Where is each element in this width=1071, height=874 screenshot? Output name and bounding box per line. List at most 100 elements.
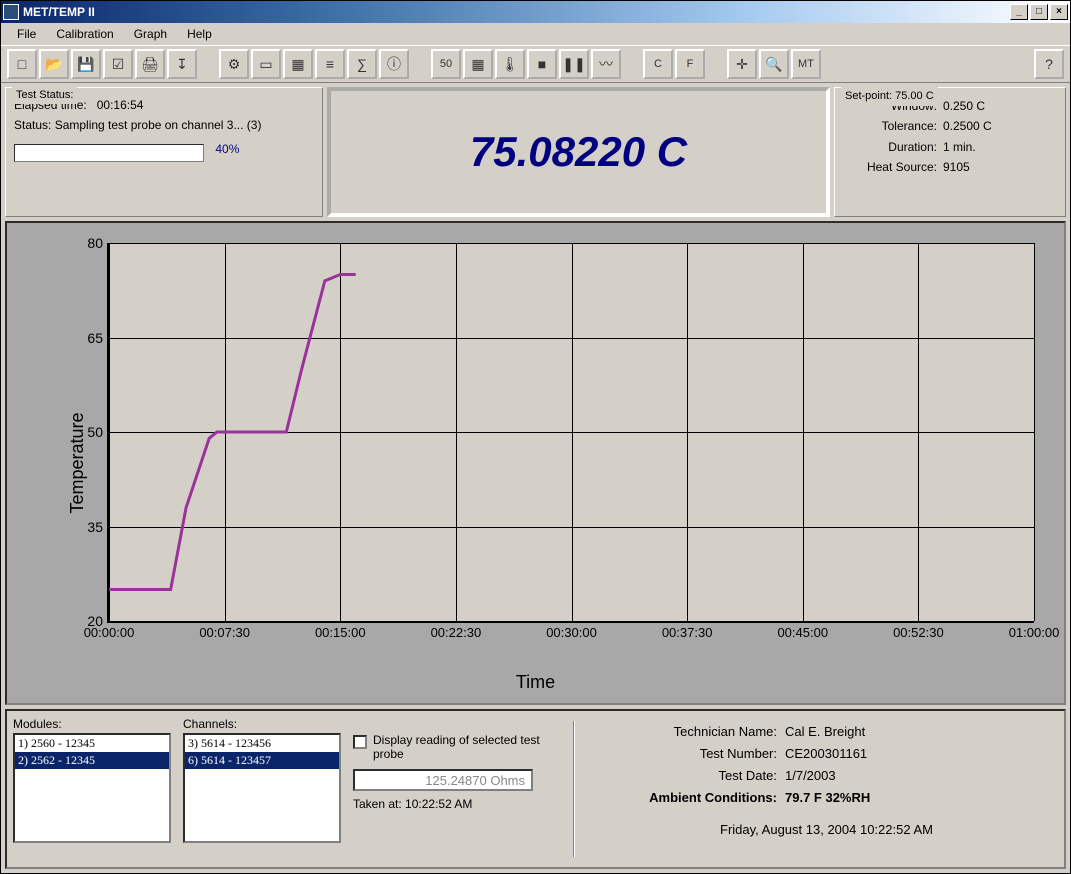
toolbar-open-button[interactable]: 📂 <box>39 49 69 79</box>
stop-icon: ■ <box>538 56 546 72</box>
chart-xtick: 00:22:30 <box>431 621 482 640</box>
list-item[interactable]: 3) 5614 - 123456 <box>185 735 339 752</box>
chart-ytick: 50 <box>87 424 109 440</box>
chart-plot-area: 203550658000:00:0000:07:3000:15:0000:22:… <box>107 243 1034 623</box>
menu-file[interactable]: File <box>7 25 46 43</box>
minimize-button[interactable]: _ <box>1010 4 1028 20</box>
chart-xtick: 00:30:00 <box>546 621 597 640</box>
modules-label: Modules: <box>13 717 171 731</box>
toolbar-zoom-button[interactable]: 🔍 <box>759 49 789 79</box>
toolbar-new-button[interactable]: □ <box>7 49 37 79</box>
tolerance-value: 0.2500 C <box>943 116 992 136</box>
toolbar-pause-button[interactable]: ❚❚ <box>559 49 589 79</box>
toolbar-c-button[interactable]: C <box>643 49 673 79</box>
help-icon: ? <box>1045 56 1053 72</box>
info-icon: ⓘ <box>387 54 401 74</box>
toolbar-stop-button[interactable]: ■ <box>527 49 557 79</box>
crosshair-icon: ✛ <box>736 56 748 73</box>
status-text: Status: Sampling test probe on channel 3… <box>14 116 314 134</box>
bottom-panel: Modules: 1) 2560 - 123452) 2562 - 12345 … <box>5 709 1066 869</box>
graph-icon: 〰 <box>599 54 613 74</box>
toolbar-mt-button[interactable]: MT <box>791 49 821 79</box>
progress-bar <box>14 144 204 162</box>
toolbar-thermo-button[interactable]: 🌡 <box>495 49 525 79</box>
menu-help[interactable]: Help <box>177 25 222 43</box>
toolbar-crosshair-button[interactable]: ✛ <box>727 49 757 79</box>
taken-at-value: 10:22:52 AM <box>405 797 472 811</box>
toolbar-strip-button[interactable]: ≡ <box>315 49 345 79</box>
chart-xtick: 00:15:00 <box>315 621 366 640</box>
testnumber-label: Test Number: <box>595 743 785 765</box>
window-value: 0.250 C <box>943 96 985 116</box>
open-icon: 📂 <box>45 56 62 73</box>
chart-ytick: 80 <box>87 235 109 251</box>
export-icon: ↧ <box>176 56 188 73</box>
toolbar-grid-button[interactable]: ▦ <box>463 49 493 79</box>
test-info-column: Technician Name:Cal E. Breight Test Numb… <box>595 717 1058 861</box>
toolbar-grid-s-button[interactable]: ▦ <box>283 49 313 79</box>
display-reading-label: Display reading of selected test probe <box>373 733 553 761</box>
toolbar-help-button[interactable]: ? <box>1034 49 1064 79</box>
toolbar-config-button[interactable]: ⚙ <box>219 49 249 79</box>
menubar: File Calibration Graph Help <box>1 23 1070 45</box>
f-icon: F <box>687 58 694 70</box>
list-item[interactable]: 6) 5614 - 123457 <box>185 752 339 769</box>
content-area: Test Status: Elapsed time: 00:16:54 Stat… <box>1 83 1070 873</box>
display-reading-checkbox[interactable] <box>353 735 367 749</box>
list-item[interactable]: 2) 2562 - 12345 <box>15 752 169 769</box>
config-icon: ⚙ <box>228 56 241 73</box>
print-icon: 🖨 <box>141 56 159 73</box>
app-icon <box>3 4 19 20</box>
strip-icon: ≡ <box>326 56 334 72</box>
toolbar-info-button[interactable]: ⓘ <box>379 49 409 79</box>
chart-xlabel: Time <box>516 672 555 693</box>
chart-xtick: 01:00:00 <box>1009 621 1060 640</box>
mt-icon: MT <box>798 58 814 70</box>
menu-graph[interactable]: Graph <box>124 25 177 43</box>
taken-at-label: Taken at: <box>353 797 402 811</box>
thermo-icon: 🌡 <box>501 56 519 73</box>
ambient-value: 79.7 F 32%RH <box>785 787 870 809</box>
current-reading-panel: 75.08220 C <box>327 87 830 217</box>
window-title: MET/TEMP II <box>23 5 1008 19</box>
toolbar-calc-button[interactable]: ∑ <box>347 49 377 79</box>
testdate-value: 1/7/2003 <box>785 765 836 787</box>
modules-column: Modules: 1) 2560 - 123452) 2562 - 12345 <box>13 717 171 861</box>
toolbar-save-button[interactable]: 💾 <box>71 49 101 79</box>
grid-icon: ▦ <box>471 56 484 73</box>
menu-calibration[interactable]: Calibration <box>46 25 123 43</box>
toolbar-fifty-button[interactable]: 50 <box>431 49 461 79</box>
toolbar-tray-button[interactable]: ▭ <box>251 49 281 79</box>
test-status-panel: Test Status: Elapsed time: 00:16:54 Stat… <box>5 87 323 217</box>
save-icon: 💾 <box>77 56 94 73</box>
toolbar-check-button[interactable]: ☑ <box>103 49 133 79</box>
chart-line <box>109 243 1034 621</box>
channels-column: Channels: 3) 5614 - 1234566) 5614 - 1234… <box>183 717 341 861</box>
grid-s-icon: ▦ <box>291 56 304 73</box>
toolbar-graph-button[interactable]: 〰 <box>591 49 621 79</box>
close-button[interactable]: × <box>1050 4 1068 20</box>
toolbar-print-button[interactable]: 🖨 <box>135 49 165 79</box>
testnumber-value: CE200301161 <box>785 743 867 765</box>
toolbar-export-button[interactable]: ↧ <box>167 49 197 79</box>
tray-icon: ▭ <box>259 56 272 73</box>
chart-xtick: 00:07:30 <box>199 621 250 640</box>
modules-listbox[interactable]: 1) 2560 - 123452) 2562 - 12345 <box>13 733 171 843</box>
toolbar: □ 📂 💾 ☑ 🖨 ↧ ⚙ ▭ ▦ ≡ ∑ ⓘ 50 ▦ 🌡 ■ ❚❚ 〰 C F ✛ 🔍 MT? <box>1 45 1070 83</box>
duration-label: Duration: <box>843 137 943 157</box>
toolbar-f-button[interactable]: F <box>675 49 705 79</box>
timestamp: Friday, August 13, 2004 10:22:52 AM <box>595 819 1058 841</box>
setpoint-panel: Set-point: 75.00 C Window:0.250 C Tolera… <box>834 87 1066 217</box>
maximize-button[interactable]: □ <box>1030 4 1048 20</box>
chart-xtick: 00:37:30 <box>662 621 713 640</box>
list-item[interactable]: 1) 2560 - 12345 <box>15 735 169 752</box>
heatsource-label: Heat Source: <box>843 157 943 177</box>
chart-container: Temperature Time 203550658000:00:0000:07… <box>5 221 1066 705</box>
channels-listbox[interactable]: 3) 5614 - 1234566) 5614 - 123457 <box>183 733 341 843</box>
technician-value: Cal E. Breight <box>785 721 865 743</box>
tolerance-label: Tolerance: <box>843 116 943 136</box>
testdate-label: Test Date: <box>595 765 785 787</box>
new-icon: □ <box>18 56 26 72</box>
chart-ytick: 35 <box>87 519 109 535</box>
setpoint-title: Set-point: 75.00 C <box>841 87 938 106</box>
